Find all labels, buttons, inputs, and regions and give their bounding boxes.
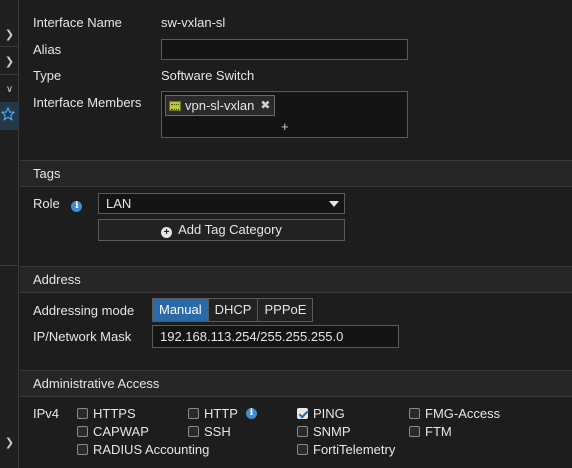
remove-member-icon[interactable]: ✖ (260, 96, 270, 115)
checkbox-box[interactable] (188, 426, 199, 437)
alias-input[interactable] (161, 39, 408, 60)
info-icon[interactable]: i (71, 201, 83, 212)
tags-section-header: Tags (20, 160, 572, 187)
checkbox-label: FMG-Access (425, 406, 501, 421)
star-icon (1, 107, 15, 121)
checkbox-box[interactable] (409, 408, 420, 419)
divider (0, 265, 19, 266)
checkbox-snmp[interactable]: SNMP (297, 424, 351, 439)
interface-members-field[interactable]: vpn-sl-vxlan ✖ + (161, 91, 408, 138)
checkbox-radius-accounting[interactable]: RADIUS Accounting (77, 442, 209, 457)
checkbox-box[interactable] (77, 408, 88, 419)
addressing-mode-label: Addressing mode (33, 303, 135, 318)
checkbox-label: HTTPS (93, 406, 136, 421)
checkbox-label: HTTP (204, 406, 238, 421)
caret-down-icon (329, 201, 339, 207)
checkbox-https[interactable]: HTTPS (77, 406, 136, 421)
checkbox-ftm[interactable]: FTM (409, 424, 452, 439)
chevron-right-icon[interactable]: ❯ (0, 432, 19, 454)
checkbox-label: SNMP (313, 424, 351, 439)
add-member-button[interactable]: + (281, 119, 289, 134)
address-section-header: Address (20, 266, 572, 293)
info-icon[interactable]: i (245, 408, 257, 419)
checkbox-box-checked[interactable] (297, 408, 308, 419)
checkbox-box[interactable] (409, 426, 420, 437)
mode-dhcp-button[interactable]: DHCP (207, 299, 258, 321)
checkbox-label: RADIUS Accounting (93, 442, 210, 457)
mode-pppoe-button[interactable]: PPPoE (257, 299, 313, 321)
checkbox-label: FortiTelemetry (313, 442, 396, 457)
plus-circle-icon: + (161, 227, 173, 238)
checkbox-label: CAPWAP (93, 424, 149, 439)
ipv4-label: IPv4 (33, 406, 60, 421)
alias-label: Alias (33, 42, 62, 57)
divider (0, 74, 19, 75)
role-label: Role i (33, 196, 83, 212)
checkbox-box[interactable] (77, 426, 88, 437)
ip-mask-input[interactable]: 192.168.113.254/255.255.255.0 (152, 325, 399, 348)
checkbox-label: SSH (204, 424, 231, 439)
checkbox-ping[interactable]: PING (297, 406, 345, 421)
interface-edit-form: Interface Name sw-vxlan-sl Alias Type So… (20, 0, 572, 468)
role-select[interactable]: LAN (98, 193, 345, 214)
chevron-right-icon[interactable]: ❯ (0, 51, 19, 73)
checkbox-fortitelemetry[interactable]: FortiTelemetry (297, 442, 395, 457)
checkbox-label: PING (313, 406, 345, 421)
type-label: Type (33, 68, 62, 83)
checkbox-box[interactable] (297, 444, 308, 455)
addressing-mode-toggle: Manual DHCP PPPoE (152, 298, 314, 322)
vpn-tunnel-icon (169, 100, 181, 111)
add-tag-category-label: Add Tag Category (178, 222, 282, 237)
checkbox-label: FTM (425, 424, 452, 439)
checkbox-box[interactable] (297, 426, 308, 437)
ip-mask-label: IP/Network Mask (33, 329, 132, 344)
side-nav-strip: ❯ ❯ ∨ ❯ (0, 0, 19, 468)
type-value: Software Switch (161, 68, 255, 83)
favorites-item[interactable] (0, 102, 19, 130)
admin-access-section-header: Administrative Access (20, 370, 572, 397)
checkbox-box[interactable] (77, 444, 88, 455)
interface-members-label: Interface Members (33, 95, 142, 110)
divider (0, 46, 19, 47)
role-label-text: Role (33, 196, 60, 211)
interface-name-label: Interface Name (33, 15, 122, 30)
checkbox-capwap[interactable]: CAPWAP (77, 424, 149, 439)
checkbox-fmg-access[interactable]: FMG-Access (409, 406, 500, 421)
checkbox-http[interactable]: HTTP i (188, 406, 257, 421)
checkbox-ssh[interactable]: SSH (188, 424, 231, 439)
interface-name-value: sw-vxlan-sl (161, 15, 226, 30)
chevron-right-icon[interactable]: ❯ (0, 24, 19, 46)
chevron-down-icon[interactable]: ∨ (0, 79, 19, 101)
checkbox-box[interactable] (188, 408, 199, 419)
add-tag-category-button[interactable]: + Add Tag Category (98, 219, 345, 241)
member-chip[interactable]: vpn-sl-vxlan ✖ (165, 95, 276, 116)
mode-manual-button[interactable]: Manual (153, 299, 208, 321)
role-select-value: LAN (106, 196, 132, 211)
member-chip-label: vpn-sl-vxlan (185, 98, 255, 113)
